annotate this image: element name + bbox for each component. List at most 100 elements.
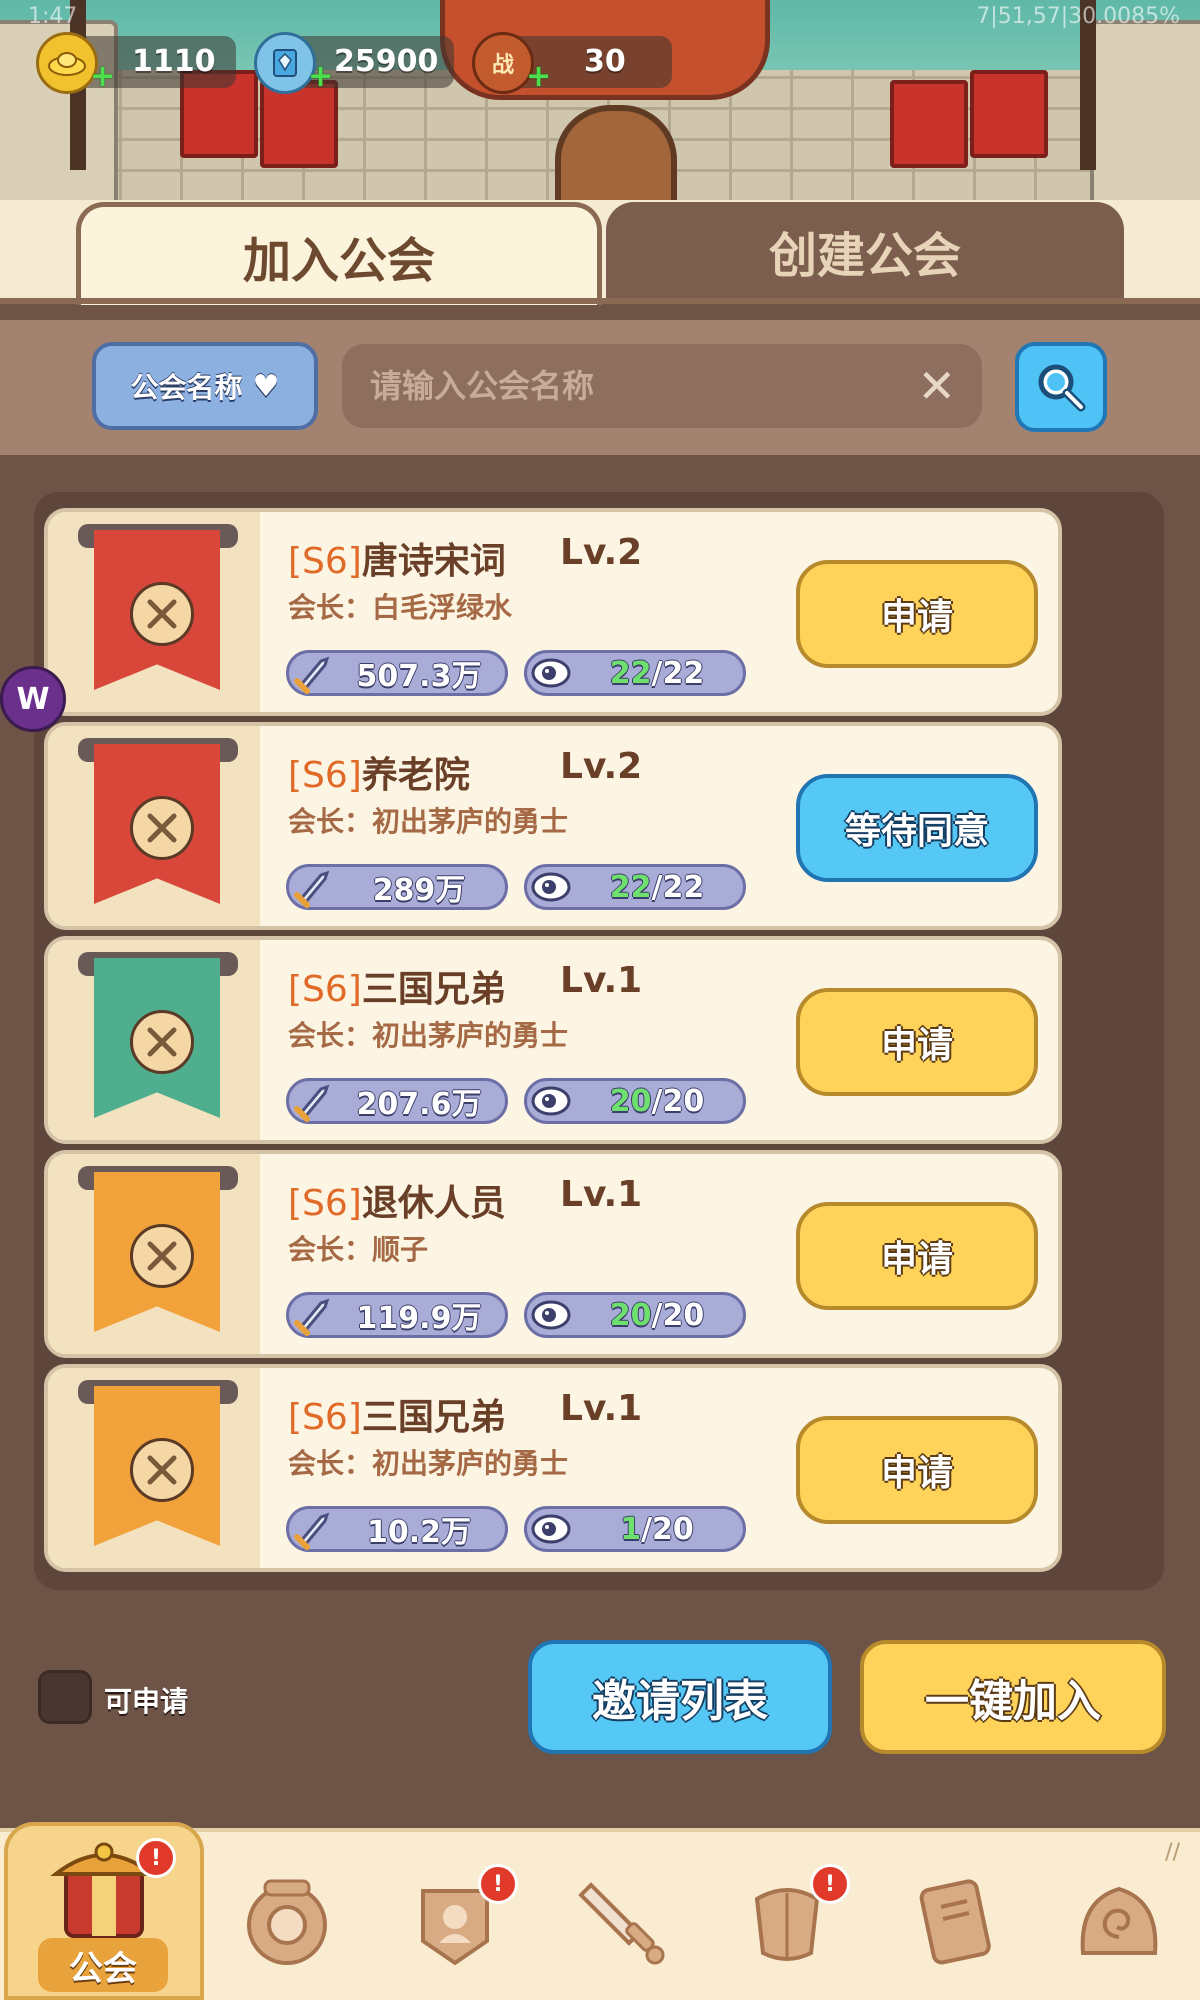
- guild-level: Lv.1: [560, 1174, 643, 1215]
- gold-ingot-icon: [36, 32, 98, 94]
- guild-server: [S6]: [288, 969, 362, 1010]
- guild-members-pill: 1/20: [524, 1506, 746, 1552]
- guild-members: 20/20: [581, 1298, 743, 1333]
- red-flag: [970, 70, 1048, 158]
- guild-card[interactable]: [S6]养老院 Lv.2 会长：初出茅庐的勇士 289万 22/22 等待同意: [44, 722, 1062, 930]
- search-filter-label: 公会名称: [130, 371, 243, 404]
- clear-icon[interactable]: ✕: [917, 363, 956, 409]
- members-icon: [527, 1077, 575, 1125]
- guild-name-line: [S6]三国兄弟: [288, 1388, 506, 1440]
- battle-token-add-icon[interactable]: +: [526, 62, 551, 92]
- status-time: 1:47: [28, 4, 78, 29]
- members-icon: [527, 863, 575, 911]
- search-input[interactable]: [368, 366, 892, 406]
- guild-members-max: /20: [641, 1511, 694, 1547]
- book-icon: [919, 1879, 991, 1965]
- nav-guild-label: 公会: [38, 1938, 168, 1992]
- guild-power: 507.3万: [356, 659, 482, 694]
- guild-name: 三国兄弟: [361, 969, 506, 1010]
- available-only-checkbox[interactable]: [38, 1670, 92, 1724]
- guild-card[interactable]: [S6]唐诗宋词 Lv.2 会长：白毛浮绿水 507.3万 22/22 申请: [44, 508, 1062, 716]
- battle-token-icon: 战: [472, 32, 534, 94]
- guild-members-max: /20: [651, 1083, 705, 1119]
- guild-power-pill: 119.9万: [286, 1292, 508, 1338]
- guild-power: 289万: [372, 873, 466, 908]
- shield-icon: [247, 1879, 327, 1965]
- guild-emblem-icon: [130, 1224, 194, 1288]
- tab-create-guild[interactable]: 创建公会: [606, 202, 1124, 300]
- red-flag: [890, 80, 968, 168]
- apply-button[interactable]: 申请: [796, 560, 1038, 668]
- gold-resource[interactable]: + 1110: [36, 32, 236, 94]
- guild-emblem-zone: [48, 1368, 260, 1568]
- apply-button[interactable]: 申请: [796, 1416, 1038, 1524]
- status-info: 7|51,57|30.0085%: [976, 4, 1180, 29]
- guild-card[interactable]: [S6]三国兄弟 Lv.1 会长：初出茅庐的勇士 10.2万 1/20 申请: [44, 1364, 1062, 1572]
- pending-approval-button[interactable]: 等待同意: [796, 774, 1038, 882]
- sword-icon: [578, 1882, 665, 1965]
- invite-list-button[interactable]: 邀请列表: [528, 1640, 832, 1754]
- gold-add-icon[interactable]: +: [90, 62, 115, 92]
- guild-power: 10.2万: [366, 1515, 472, 1550]
- right-tower: [1090, 20, 1200, 200]
- guild-emblem-icon: [130, 1438, 194, 1502]
- guild-emblem-icon: [130, 582, 194, 646]
- nav-item-battle[interactable]: [556, 1856, 686, 1986]
- members-icon: [527, 1505, 575, 1553]
- guild-power: 119.9万: [356, 1301, 482, 1336]
- nav-corner-mark: //: [1165, 1840, 1180, 1865]
- floating-assist-icon[interactable]: W: [0, 666, 66, 732]
- nav-hero-alert-icon: !: [478, 1864, 518, 1904]
- diamond-amount: 25900: [334, 44, 439, 79]
- sword-power-icon: [289, 1291, 337, 1339]
- guild-members-current: 22: [609, 655, 652, 691]
- guild-level: Lv.2: [560, 532, 643, 573]
- tab-join-guild[interactable]: 加入公会: [76, 202, 602, 305]
- search-icon: [1038, 364, 1086, 412]
- apply-button[interactable]: 申请: [796, 1202, 1038, 1310]
- guild-server: [S6]: [288, 1397, 362, 1438]
- members-icon: [527, 1291, 575, 1339]
- guild-card[interactable]: [S6]三国兄弟 Lv.1 会长：初出茅庐的勇士 207.6万 20/20 申请: [44, 936, 1062, 1144]
- search-button[interactable]: [1015, 342, 1107, 432]
- guild-name-line: [S6]退休人员: [288, 1174, 506, 1226]
- guild-members-current: 22: [609, 869, 652, 905]
- guild-server: [S6]: [288, 755, 362, 796]
- battle-token-resource[interactable]: 战 + 30: [472, 32, 672, 94]
- guild-emblem-zone: [48, 940, 260, 1140]
- guild-members-max: /22: [651, 655, 705, 691]
- guild-name-line: [S6]三国兄弟: [288, 960, 506, 1012]
- guild-name: 养老院: [361, 755, 470, 796]
- guild-leader: 会长：初出茅庐的勇士: [288, 805, 569, 838]
- search-field[interactable]: ✕: [342, 344, 982, 428]
- nav-item-shield[interactable]: [222, 1856, 352, 1986]
- castle-gate: [555, 105, 677, 200]
- sword-power-icon: [289, 1505, 337, 1553]
- guild-members-current: 1: [620, 1511, 642, 1547]
- diamond-add-icon[interactable]: +: [308, 62, 333, 92]
- quick-join-button[interactable]: 一键加入: [860, 1640, 1166, 1754]
- search-filter-dropdown[interactable]: 公会名称 ♥: [92, 342, 318, 430]
- guild-server: [S6]: [288, 1183, 362, 1224]
- guild-leader: 会长：白毛浮绿水: [288, 591, 513, 624]
- guild-members-max: /22: [651, 869, 705, 905]
- nav-item-spiral[interactable]: [1054, 1856, 1184, 1986]
- guild-level: Lv.2: [560, 746, 643, 787]
- guild-leader: 会长：初出茅庐的勇士: [288, 1019, 569, 1052]
- members-icon: [527, 649, 575, 697]
- guild-power-pill: 10.2万: [286, 1506, 508, 1552]
- guild-members-max: /20: [651, 1297, 705, 1333]
- nav-guild-alert-icon: !: [136, 1838, 176, 1878]
- header-scene: [0, 0, 1200, 200]
- sword-power-icon: [289, 649, 337, 697]
- guild-members-pill: 20/20: [524, 1078, 746, 1124]
- diamond-resource[interactable]: + 25900: [254, 32, 454, 94]
- guild-level: Lv.1: [560, 1388, 643, 1429]
- apply-button[interactable]: 申请: [796, 988, 1038, 1096]
- guild-members-pill: 22/22: [524, 650, 746, 696]
- nav-item-book[interactable]: [890, 1856, 1020, 1986]
- tab-divider: [0, 298, 1200, 304]
- guild-card[interactable]: [S6]退休人员 Lv.1 会长：顺子 119.9万 20/20 申请: [44, 1150, 1062, 1358]
- guild-members: 22/22: [581, 870, 743, 905]
- guild-members-current: 20: [609, 1083, 652, 1119]
